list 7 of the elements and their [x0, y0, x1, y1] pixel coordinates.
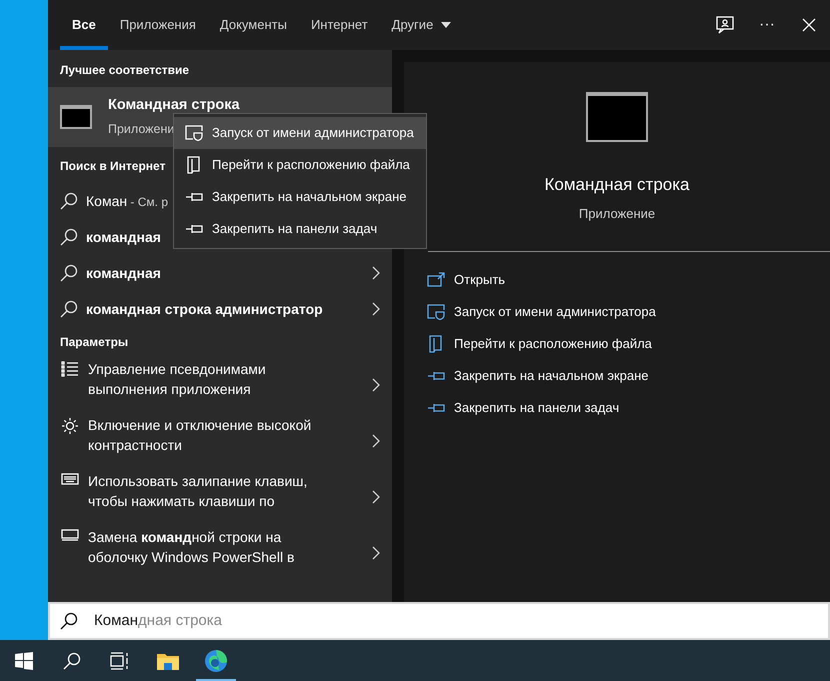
- section-heading: Параметры: [59, 334, 130, 351]
- section-heading: Поиск в Интернет: [59, 158, 166, 175]
- app-title: Командная строка: [108, 96, 240, 116]
- preview-title: Командная строка: [544, 174, 690, 196]
- app-type: Приложени: [108, 121, 174, 138]
- preview-subtitle: Приложение: [578, 204, 656, 223]
- section-heading: Лучшее соответствие: [59, 62, 190, 79]
